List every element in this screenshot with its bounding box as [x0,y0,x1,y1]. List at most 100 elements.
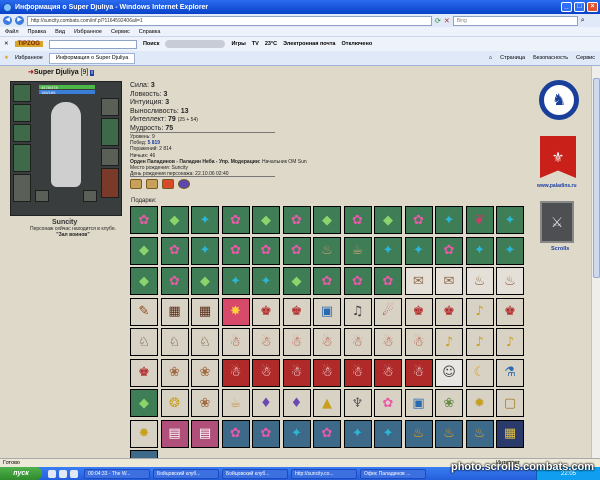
flower-gift[interactable]: ✿ [374,389,402,417]
golden-frame-gift[interactable]: ▢ [496,389,524,417]
figurine-gift[interactable]: ♚ [282,297,311,326]
blue-star-gift[interactable]: ✦ [252,267,280,295]
snowman-gift[interactable]: ☃ [343,358,372,387]
pink-flower-gift[interactable]: ✿ [282,236,311,265]
santa-gift[interactable]: ☃ [252,328,280,356]
taskbar-item[interactable]: Бойцовский клуб... [222,468,288,479]
green-gem-gift[interactable]: ◆ [374,206,402,234]
blue-star-gift[interactable]: ✦ [282,419,311,448]
pink-flower-gift[interactable]: ✿ [221,236,250,265]
rocking-horse-gift[interactable]: ♘ [130,328,158,356]
status-button[interactable]: Отключено [341,41,372,47]
necklace-gift[interactable]: ❂ [160,389,189,417]
menu-favorites[interactable]: Избранное [74,29,102,35]
amulet-slot[interactable] [13,124,31,142]
music-box-gift[interactable]: ♫ [343,297,372,326]
gloves-slot[interactable] [101,98,119,116]
effect-icon[interactable] [178,179,190,189]
green-gem-gift[interactable]: ◆ [313,206,341,234]
candle-gift[interactable]: ♨ [404,419,433,448]
snowman-gift[interactable]: ☃ [374,358,402,387]
green-gem-gift[interactable]: ◆ [282,267,311,295]
green-gem-gift[interactable]: ◆ [160,206,189,234]
back-button[interactable]: ◀ [3,16,12,25]
pink-flower-gift[interactable]: ✿ [343,267,372,295]
figurine-gift[interactable]: ♚ [496,297,524,326]
paladins-link[interactable]: www.paladins.ru [537,183,577,189]
snowman-gift[interactable]: ☃ [221,358,250,387]
pink-flower-gift[interactable]: ✿ [374,267,402,295]
figurine-gift[interactable]: ♚ [252,297,280,326]
tab-active[interactable]: Информация о Super Djuliya [48,52,136,64]
menu-tools[interactable]: Сервис [111,29,130,35]
purple-gem-gift[interactable]: ♦ [252,389,280,417]
pink-flower-gift[interactable]: ✿ [252,236,280,265]
candle-gift[interactable]: ♨ [435,419,463,448]
stop-icon[interactable]: ✕ [444,17,450,25]
teddy-bear-gift[interactable]: ❀ [160,358,189,387]
mask-gift[interactable]: ☺ [435,358,463,387]
figurine-gift[interactable]: ♚ [130,358,158,387]
quick-launch-icon[interactable] [70,469,78,478]
pink-flower-gift[interactable]: ✿ [343,206,372,234]
maximize-button[interactable]: □ [574,2,585,12]
menu-file[interactable]: Файл [5,29,19,35]
minimize-button[interactable]: _ [561,2,572,12]
cake-gift[interactable]: ♨ [496,267,524,295]
taskbar-item[interactable]: http://suncity.co... [291,468,357,479]
santa-gift[interactable]: ☃ [374,328,402,356]
favorites-star-icon[interactable]: ★ [4,55,9,61]
cake-gift[interactable]: ♨ [465,267,494,295]
taskbar-item[interactable]: Бойцовский клуб... [153,468,219,479]
safety-menu[interactable]: Безопасность [533,55,568,61]
weather-button[interactable]: 23°C [265,41,277,47]
book-gift[interactable]: ▤ [160,419,189,448]
tower-gift[interactable]: ♜ [130,450,158,458]
purple-gem-gift[interactable]: ♦ [282,389,311,417]
gift-box-gift[interactable]: ▣ [404,389,433,417]
email-button[interactable]: Электронная почта [283,41,335,47]
scrollbar[interactable] [591,66,600,458]
letter-gift[interactable]: ✉ [435,267,463,295]
potion-gift[interactable]: ⚗ [496,358,524,387]
blue-star-gift[interactable]: ✦ [191,236,219,265]
blue-star-gift[interactable]: ✦ [496,206,524,234]
forward-button[interactable]: ▶ [15,16,24,25]
teddy-bear-gift[interactable]: ❀ [191,358,219,387]
effect-icon[interactable] [130,179,142,189]
taskbar-item[interactable]: Офис Паладинов ... [360,468,426,479]
quick-launch-icon[interactable] [59,469,67,478]
url-field[interactable]: http://suncity.combats.com/inf.pl?116459… [27,15,432,26]
tea-gift[interactable]: ♨ [313,236,341,265]
candle-gift[interactable]: ♨ [465,419,494,448]
blue-star-gift[interactable]: ✦ [221,267,250,295]
earring-slot[interactable] [13,104,31,122]
boots-slot[interactable] [101,168,119,198]
refresh-icon[interactable]: ⟳ [435,17,441,25]
media-player-widget[interactable] [165,40,226,48]
scrolls-link[interactable]: Scrolls [551,246,569,252]
pink-flower-gift[interactable]: ✿ [313,419,341,448]
santa-gift[interactable]: ☃ [404,328,433,356]
favorites-button[interactable]: Избранное [15,55,43,61]
menu-help[interactable]: Справка [139,29,161,35]
bouquet-gift[interactable]: ❀ [435,389,463,417]
blue-star-gift[interactable]: ✦ [404,236,433,265]
snowman-gift[interactable]: ☃ [252,358,280,387]
search-icon[interactable]: ⌕ [581,17,585,25]
coffee-gift[interactable]: ☕ [343,236,372,265]
pink-flower-gift[interactable]: ✿ [313,267,341,295]
bell-gift[interactable]: ♪ [435,328,463,356]
santa-gift[interactable]: ☃ [313,328,341,356]
tea-cup-gift[interactable]: ☕ [221,389,250,417]
close-button[interactable]: × [587,2,598,12]
belt-slot[interactable] [35,190,49,202]
green-gem-gift[interactable]: ◆ [130,267,158,295]
games-button[interactable]: Игры [231,41,245,47]
effect-icon[interactable] [162,179,174,189]
pink-flower-gift[interactable]: ✿ [221,419,250,448]
gift-box-gift[interactable]: ▣ [313,297,341,326]
start-button[interactable]: пуск [0,467,42,480]
pink-flower-gift[interactable]: ✿ [160,236,189,265]
broom-gift[interactable]: ✎ [130,297,158,326]
